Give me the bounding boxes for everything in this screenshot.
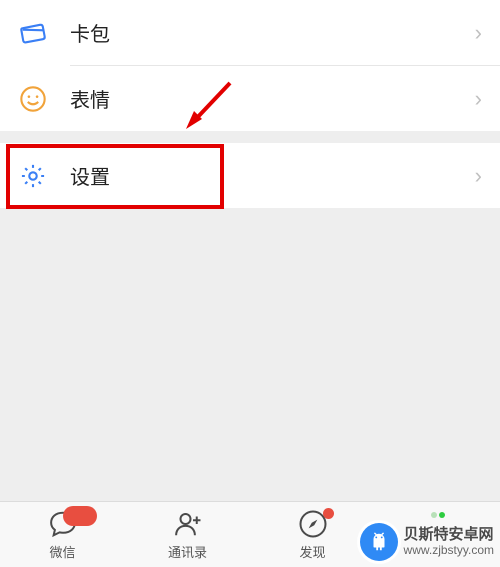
tab-label: 通讯录 bbox=[168, 542, 207, 561]
menu-item-settings[interactable]: 设置 › bbox=[0, 143, 500, 208]
menu-item-stickers[interactable]: 表情 › bbox=[0, 66, 500, 131]
smile-icon bbox=[18, 84, 48, 114]
settings-section: 设置 › bbox=[0, 143, 500, 208]
section-gap bbox=[0, 131, 500, 143]
android-icon bbox=[360, 523, 398, 561]
chevron-right-icon: › bbox=[475, 163, 482, 189]
tab-discover[interactable]: 发现 bbox=[250, 502, 375, 567]
chevron-right-icon: › bbox=[475, 20, 482, 46]
menu-item-card-pack[interactable]: 卡包 › bbox=[0, 0, 500, 65]
tab-chats[interactable]: 微信 bbox=[0, 502, 125, 567]
contacts-icon bbox=[173, 509, 203, 539]
watermark-text: 贝斯特安卓网 www.zjbstyy.com bbox=[404, 526, 494, 557]
watermark: 贝斯特安卓网 www.zjbstyy.com bbox=[360, 523, 494, 561]
me-icon-fragment bbox=[431, 512, 445, 518]
tab-contacts[interactable]: 通讯录 bbox=[125, 502, 250, 567]
menu-item-label: 卡包 bbox=[70, 18, 475, 47]
gear-icon bbox=[18, 161, 48, 191]
tab-label: 微信 bbox=[49, 542, 75, 561]
watermark-title: 贝斯特安卓网 bbox=[404, 526, 494, 543]
unread-badge bbox=[63, 506, 97, 526]
profile-list-section: 卡包 › 表情 › bbox=[0, 0, 500, 131]
chevron-right-icon: › bbox=[475, 86, 482, 112]
tab-label: 发现 bbox=[299, 542, 325, 561]
watermark-url: www.zjbstyy.com bbox=[404, 544, 494, 558]
card-pack-icon bbox=[18, 18, 48, 48]
menu-item-label: 表情 bbox=[70, 84, 475, 113]
menu-item-label: 设置 bbox=[70, 161, 475, 190]
notification-dot bbox=[323, 508, 334, 519]
